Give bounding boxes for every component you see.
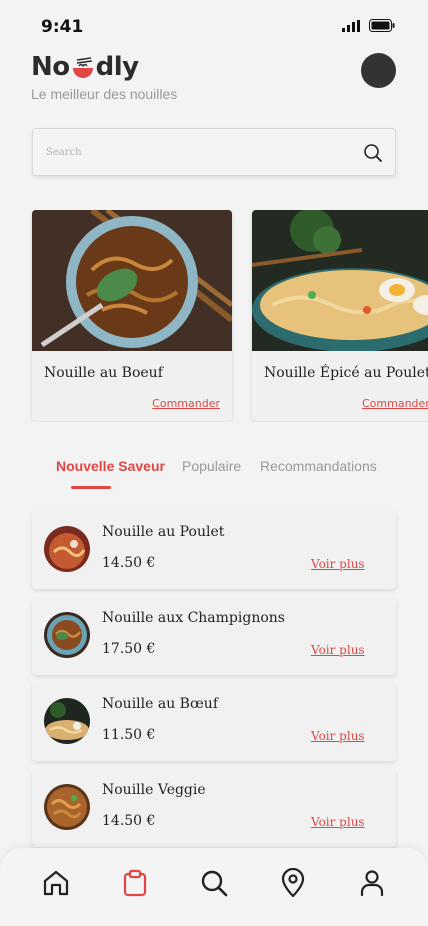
item-price: 14.50 € — [102, 813, 156, 829]
item-name: Nouille au Poulet — [102, 524, 225, 540]
featured-card[interactable]: Nouille Épicé au Poulet Commander — [252, 210, 428, 421]
see-more-link[interactable]: Voir plus — [311, 729, 365, 743]
tagline: Le meilleur des nouilles — [31, 86, 178, 102]
item-name: Nouille Veggie — [102, 782, 206, 798]
list-item[interactable]: Nouille au Poulet 14.50 € Voir plus — [32, 511, 396, 589]
dish-thumbnail — [44, 612, 90, 658]
tab-populaire[interactable]: Populaire — [182, 458, 241, 474]
search-bar — [32, 128, 396, 176]
app-logo: No dly — [31, 52, 231, 82]
item-price: 11.50 € — [102, 727, 156, 743]
bottom-nav — [0, 848, 428, 926]
list-item[interactable]: Nouille au Bœuf 11.50 € Voir plus — [32, 683, 396, 761]
logo-prefix: No — [31, 52, 70, 82]
brand-header: No dly Le meilleur des nouilles — [31, 52, 231, 104]
dish-thumbnail — [44, 784, 90, 830]
status-time: 9:41 — [41, 17, 84, 37]
see-more-link[interactable]: Voir plus — [311, 557, 365, 571]
clipboard-icon[interactable] — [120, 868, 150, 898]
search-icon[interactable] — [199, 868, 229, 898]
home-icon[interactable] — [41, 868, 71, 898]
dish-thumbnail — [44, 526, 90, 572]
featured-name: Nouille au Boeuf — [44, 365, 163, 381]
tab-recommandations[interactable]: Recommandations — [260, 458, 377, 474]
featured-carousel[interactable]: Nouille au Boeuf Commander Nouille Épicé… — [0, 210, 428, 422]
user-icon[interactable] — [357, 868, 387, 898]
status-bar: 9:41 — [0, 0, 428, 50]
order-link[interactable]: Commander — [362, 397, 428, 410]
see-more-link[interactable]: Voir plus — [311, 643, 365, 657]
list-item[interactable]: Nouille aux Champignons 17.50 € Voir plu… — [32, 597, 396, 675]
active-tab-indicator — [71, 486, 111, 489]
order-link[interactable]: Commander — [152, 397, 220, 410]
location-pin-icon[interactable] — [278, 868, 308, 898]
category-tabs: Nouvelle Saveur Populaire Recommandation… — [0, 455, 428, 495]
search-input[interactable] — [46, 141, 346, 163]
see-more-link[interactable]: Voir plus — [311, 815, 365, 829]
item-price: 17.50 € — [102, 641, 156, 657]
item-name: Nouille au Bœuf — [102, 696, 219, 712]
list-item[interactable]: Nouille Veggie 14.50 € Voir plus — [32, 769, 396, 847]
search-icon[interactable] — [363, 143, 383, 163]
dish-image-spicy-chicken-noodle — [252, 210, 428, 352]
featured-card[interactable]: Nouille au Boeuf Commander — [32, 210, 232, 421]
tab-nouvelle-saveur[interactable]: Nouvelle Saveur — [56, 458, 165, 474]
dish-thumbnail — [44, 698, 90, 744]
avatar[interactable] — [361, 53, 396, 88]
noodle-bowl-icon — [72, 57, 93, 78]
featured-name: Nouille Épicé au Poulet — [264, 365, 428, 381]
item-price: 14.50 € — [102, 555, 156, 571]
logo-suffix: dly — [95, 52, 139, 82]
dish-image-beef-noodle — [32, 210, 232, 351]
battery-icon — [369, 19, 395, 32]
signal-icon — [342, 20, 360, 32]
item-name: Nouille aux Champignons — [102, 610, 285, 626]
